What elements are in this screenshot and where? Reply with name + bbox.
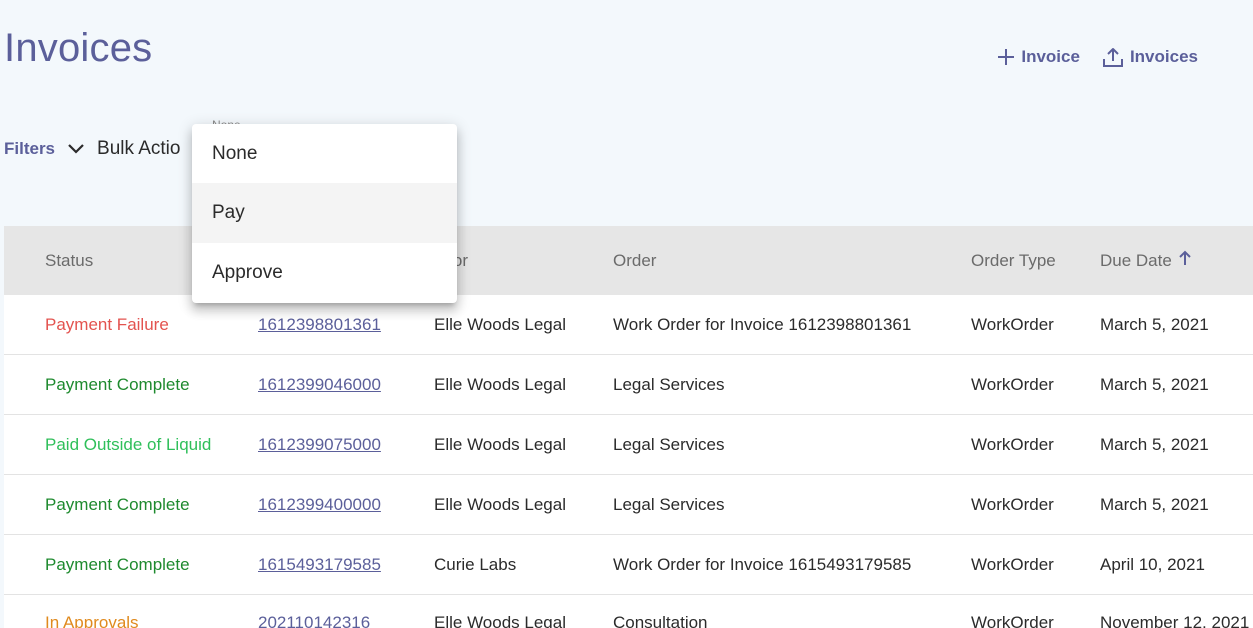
- table-row[interactable]: In Approvals 202110142316 Elle Woods Leg…: [4, 595, 1253, 628]
- upload-invoices-label: Invoices: [1129, 47, 1198, 66]
- menu-item-none[interactable]: None: [192, 124, 457, 183]
- order-type-cell: WorkOrder: [971, 554, 1054, 574]
- vendor-cell: Elle Woods Legal: [434, 434, 566, 454]
- order-cell: Consultation: [613, 613, 708, 628]
- due-date-cell: November 12, 2021: [1100, 613, 1250, 628]
- order-cell: Legal Services: [613, 434, 725, 454]
- due-date-cell: March 5, 2021: [1100, 434, 1209, 454]
- due-date-cell: March 5, 2021: [1100, 314, 1209, 334]
- table-row[interactable]: Paid Outside of Liquid 1612399075000 Ell…: [4, 415, 1253, 475]
- order-type-cell: WorkOrder: [971, 494, 1054, 514]
- order-cell: Legal Services: [613, 494, 725, 514]
- vendor-cell: Elle Woods Legal: [434, 613, 566, 628]
- order-type-cell: WorkOrder: [971, 613, 1054, 628]
- vendor-cell: Curie Labs: [434, 554, 517, 574]
- bulk-actions-dropdown-menu: None Pay Approve: [192, 124, 457, 303]
- invoice-number-link[interactable]: 1612399046000: [258, 375, 381, 395]
- order-type-cell: WorkOrder: [971, 374, 1054, 394]
- order-cell: Legal Services: [613, 374, 725, 394]
- menu-item-pay[interactable]: Pay: [192, 183, 457, 243]
- column-header-order[interactable]: Order: [613, 251, 656, 271]
- status-text: Payment Complete: [45, 374, 190, 394]
- upload-icon: [1102, 46, 1124, 68]
- arrow-up-icon: [1178, 250, 1192, 271]
- due-date-cell: April 10, 2021: [1100, 554, 1205, 574]
- column-header-due-date[interactable]: Due Date: [1100, 250, 1192, 271]
- status-text: In Approvals: [45, 613, 139, 628]
- vendor-cell: Elle Woods Legal: [434, 314, 566, 334]
- table-row[interactable]: Payment Complete 1612399400000 Elle Wood…: [4, 475, 1253, 535]
- page-title: Invoices: [4, 26, 153, 70]
- column-header-status[interactable]: Status: [45, 251, 93, 271]
- due-date-cell: March 5, 2021: [1100, 494, 1209, 514]
- header-actions: Invoice Invoices: [997, 46, 1198, 68]
- invoice-number-link[interactable]: 1612399075000: [258, 435, 381, 455]
- toolbar: Filters Bulk Actio: [4, 136, 180, 162]
- filters-button[interactable]: Filters: [4, 139, 55, 159]
- order-type-cell: WorkOrder: [971, 434, 1054, 454]
- status-text: Payment Failure: [45, 314, 169, 334]
- vendor-cell: Elle Woods Legal: [434, 374, 566, 394]
- table-row[interactable]: Payment Complete 1612399046000 Elle Wood…: [4, 355, 1253, 415]
- invoice-number-link[interactable]: 202110142316: [258, 613, 370, 628]
- status-text: Paid Outside of Liquid: [45, 434, 212, 454]
- table-row[interactable]: Payment Complete 1615493179585 Curie Lab…: [4, 535, 1253, 595]
- plus-icon: [997, 48, 1015, 66]
- invoice-number-link[interactable]: 1612399400000: [258, 495, 381, 515]
- status-text: Payment Complete: [45, 494, 190, 514]
- order-cell: Work Order for Invoice 1612398801361: [613, 314, 912, 334]
- order-cell: Work Order for Invoice 1615493179585: [613, 554, 912, 574]
- status-text: Payment Complete: [45, 554, 190, 574]
- invoice-number-link[interactable]: 1615493179585: [258, 555, 381, 575]
- due-date-header-label: Due Date: [1100, 250, 1172, 270]
- upload-invoices-button[interactable]: Invoices: [1102, 46, 1198, 68]
- bulk-actions-label: Bulk Actio: [97, 138, 181, 159]
- table-row[interactable]: Payment Failure 1612398801361 Elle Woods…: [4, 295, 1253, 355]
- invoice-number-link[interactable]: 1612398801361: [258, 315, 381, 335]
- column-header-order-type[interactable]: Order Type: [971, 251, 1056, 271]
- due-date-cell: March 5, 2021: [1100, 374, 1209, 394]
- add-invoice-button[interactable]: Invoice: [997, 47, 1080, 67]
- invoices-page: Invoices Invoice Invoices None Filters B…: [0, 0, 1253, 628]
- chevron-down-icon[interactable]: [67, 143, 85, 155]
- add-invoice-label: Invoice: [1021, 47, 1080, 66]
- menu-item-approve[interactable]: Approve: [192, 243, 457, 303]
- vendor-cell: Elle Woods Legal: [434, 494, 566, 514]
- order-type-cell: WorkOrder: [971, 314, 1054, 334]
